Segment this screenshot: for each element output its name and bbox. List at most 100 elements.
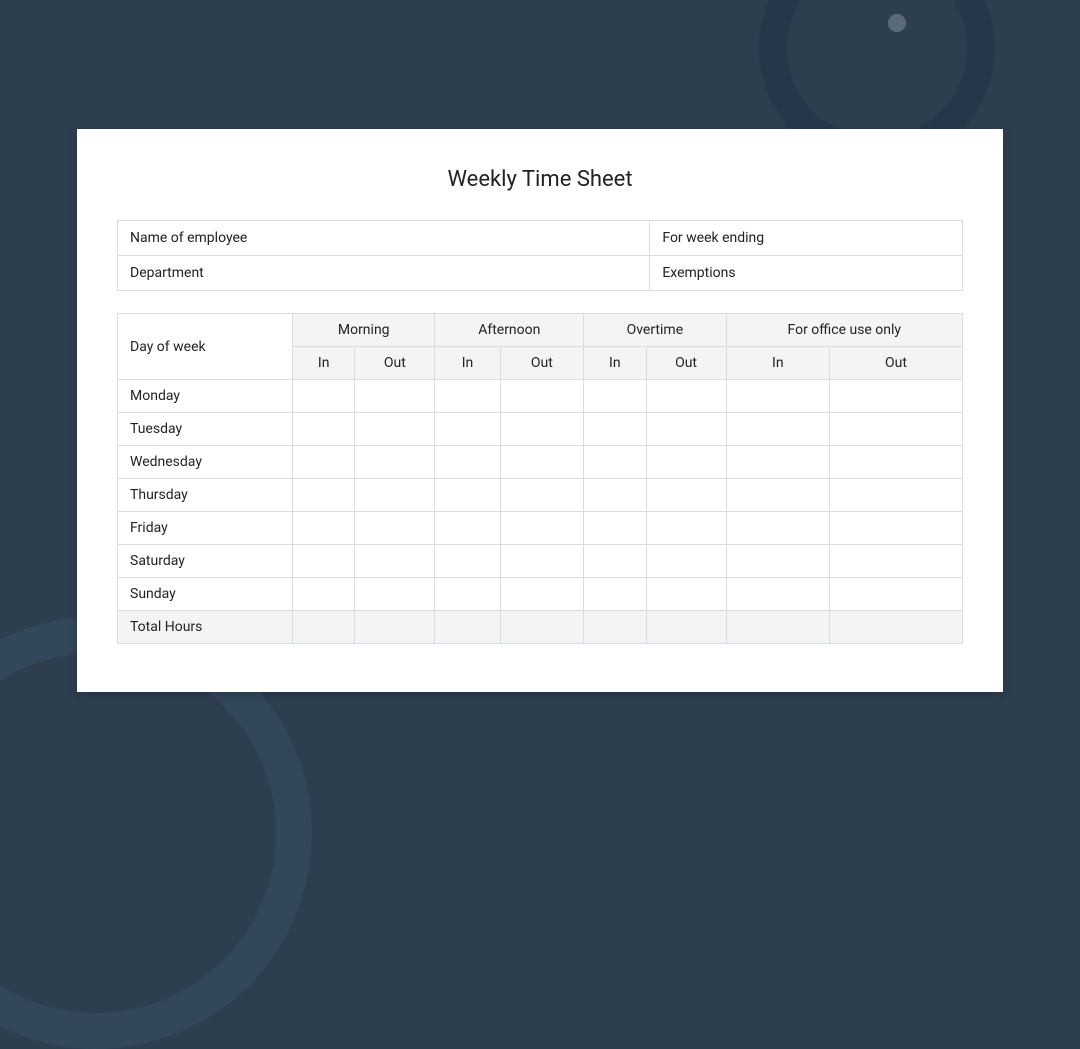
total-cell: [293, 611, 355, 644]
total-cell: [584, 611, 646, 644]
time-cell: [293, 578, 355, 611]
total-cell: [646, 611, 726, 644]
time-cell: [646, 545, 726, 578]
overtime-header: Overtime: [584, 314, 726, 347]
time-cell: [293, 512, 355, 545]
day-of-week-header: Day of week: [118, 314, 293, 380]
day-label: Friday: [118, 512, 293, 545]
time-cell: [830, 413, 963, 446]
time-cell: [355, 545, 435, 578]
time-cell: [293, 413, 355, 446]
spacer: [117, 291, 963, 313]
afternoon-in-header: In: [435, 347, 500, 380]
total-cell: [355, 611, 435, 644]
time-cell: [726, 413, 829, 446]
time-cell: [435, 479, 500, 512]
time-cell: [435, 446, 500, 479]
exemptions-cell: Exemptions: [650, 256, 963, 291]
time-cell: [646, 479, 726, 512]
time-cell: [355, 479, 435, 512]
office-in-header: In: [726, 347, 829, 380]
table-row: Saturday: [118, 545, 963, 578]
time-cell: [500, 512, 584, 545]
time-cell: [646, 446, 726, 479]
page-title: Weekly Time Sheet: [117, 167, 963, 192]
day-label: Saturday: [118, 545, 293, 578]
time-cell: [584, 446, 646, 479]
time-cell: [435, 578, 500, 611]
time-cell: [293, 380, 355, 413]
time-cell: [293, 479, 355, 512]
time-cell: [355, 578, 435, 611]
time-cell: [646, 578, 726, 611]
employee-name-cell: Name of employee: [118, 221, 650, 256]
total-row: Total Hours: [118, 611, 963, 644]
time-cell: [500, 380, 584, 413]
time-cell: [726, 479, 829, 512]
time-cell: [726, 578, 829, 611]
time-cell: [355, 446, 435, 479]
time-cell: [646, 380, 726, 413]
info-table: Name of employee For week ending Departm…: [117, 220, 963, 291]
afternoon-header: Afternoon: [435, 314, 584, 347]
time-table: Day of week Morning Afternoon Overtime F…: [117, 313, 963, 644]
time-cell: [830, 545, 963, 578]
timesheet-document: Weekly Time Sheet Name of employee For w…: [77, 129, 1003, 692]
time-cell: [435, 545, 500, 578]
total-cell: [726, 611, 829, 644]
day-label: Sunday: [118, 578, 293, 611]
table-row: Monday: [118, 380, 963, 413]
time-cell: [500, 413, 584, 446]
background-dot-icon: [888, 14, 906, 32]
time-cell: [584, 479, 646, 512]
overtime-out-header: Out: [646, 347, 726, 380]
table-row: Tuesday: [118, 413, 963, 446]
time-cell: [435, 413, 500, 446]
time-cell: [830, 380, 963, 413]
day-label: Wednesday: [118, 446, 293, 479]
time-cell: [830, 479, 963, 512]
day-label: Tuesday: [118, 413, 293, 446]
time-cell: [584, 512, 646, 545]
time-cell: [435, 380, 500, 413]
time-cell: [584, 545, 646, 578]
morning-out-header: Out: [355, 347, 435, 380]
time-cell: [500, 446, 584, 479]
office-use-header: For office use only: [726, 314, 962, 347]
time-cell: [830, 512, 963, 545]
week-ending-cell: For week ending: [650, 221, 963, 256]
total-cell: [500, 611, 584, 644]
department-cell: Department: [118, 256, 650, 291]
time-cell: [293, 446, 355, 479]
time-cell: [830, 578, 963, 611]
time-cell: [830, 446, 963, 479]
table-row: Sunday: [118, 578, 963, 611]
day-label: Monday: [118, 380, 293, 413]
overtime-in-header: In: [584, 347, 646, 380]
morning-header: Morning: [293, 314, 435, 347]
time-cell: [584, 380, 646, 413]
total-cell: [830, 611, 963, 644]
total-cell: [435, 611, 500, 644]
time-cell: [293, 545, 355, 578]
time-cell: [500, 578, 584, 611]
total-hours-label: Total Hours: [118, 611, 293, 644]
time-cell: [355, 512, 435, 545]
time-cell: [355, 380, 435, 413]
time-cell: [500, 545, 584, 578]
time-cell: [646, 413, 726, 446]
time-cell: [726, 512, 829, 545]
table-row: Friday: [118, 512, 963, 545]
time-cell: [355, 413, 435, 446]
time-cell: [584, 578, 646, 611]
time-cell: [726, 380, 829, 413]
day-label: Thursday: [118, 479, 293, 512]
time-cell: [726, 545, 829, 578]
time-cell: [646, 512, 726, 545]
time-cell: [584, 413, 646, 446]
time-cell: [435, 512, 500, 545]
table-row: Wednesday: [118, 446, 963, 479]
morning-in-header: In: [293, 347, 355, 380]
afternoon-out-header: Out: [500, 347, 584, 380]
table-row: Thursday: [118, 479, 963, 512]
